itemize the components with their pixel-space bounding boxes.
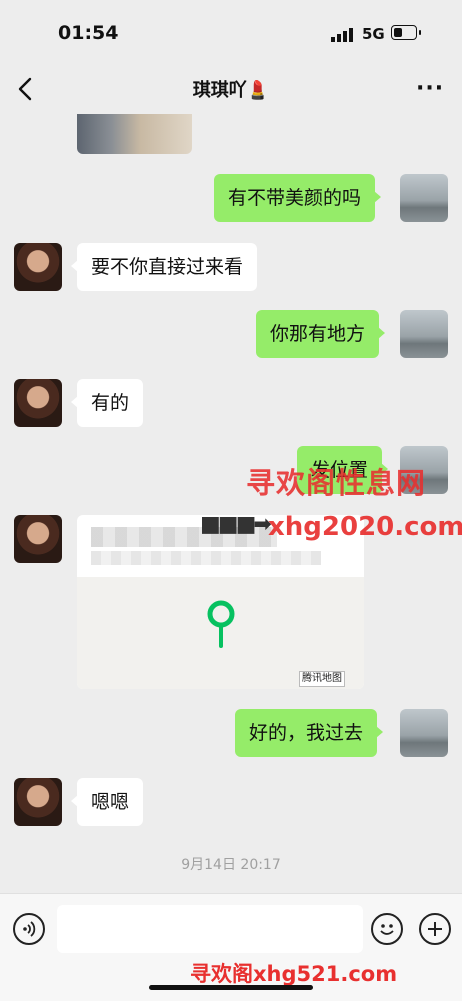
map-provider-logo: 腾讯地图 — [299, 671, 345, 687]
emoji-icon[interactable] — [371, 913, 403, 945]
contact-avatar[interactable] — [14, 379, 62, 427]
map-pin-icon — [207, 600, 235, 648]
status-bar: 01:54 5G — [0, 0, 462, 64]
contact-avatar[interactable] — [14, 778, 62, 826]
home-indicator[interactable] — [149, 985, 313, 990]
message-bubble-outgoing[interactable]: 好的，我过去 — [235, 709, 384, 757]
contact-avatar[interactable] — [14, 515, 62, 563]
message-bubble-outgoing[interactable]: 你那有地方 — [256, 310, 386, 358]
battery-icon — [391, 25, 421, 40]
watermark-footer: 寻欢阁xhg521.com — [190, 962, 398, 986]
status-time: 01:54 — [58, 22, 119, 44]
voice-icon[interactable] — [13, 913, 45, 945]
network-type: 5G — [362, 25, 385, 43]
message-bubble-incoming[interactable]: 嗯嗯 — [70, 778, 144, 826]
plus-icon[interactable] — [419, 913, 451, 945]
contact-avatar[interactable] — [14, 243, 62, 291]
message-input[interactable] — [57, 905, 363, 953]
chat-title: 琪琪吖💄 — [192, 80, 270, 101]
chat-timestamp: 9月14日 20:17 — [181, 857, 281, 873]
signal-icon — [331, 28, 353, 42]
my-avatar[interactable] — [400, 174, 448, 222]
message-bubble-incoming[interactable]: 要不你直接过来看 — [70, 243, 258, 291]
watermark-url: xhg2020.com — [268, 512, 462, 542]
chat-header: 琪琪吖💄 ··· — [0, 64, 462, 114]
watermark-arrow: ■■■➡ — [200, 512, 272, 537]
message-bubble-incoming[interactable]: 有的 — [70, 379, 144, 427]
location-address-blurred — [91, 551, 321, 565]
message-bubble-outgoing[interactable]: 有不带美颜的吗 — [214, 174, 382, 222]
image-message-cropped[interactable] — [77, 114, 192, 154]
my-avatar[interactable] — [400, 709, 448, 757]
watermark-text: 寻欢阁性息网 — [246, 466, 427, 500]
my-avatar[interactable] — [400, 310, 448, 358]
more-dots-icon[interactable]: ··· — [416, 76, 444, 101]
